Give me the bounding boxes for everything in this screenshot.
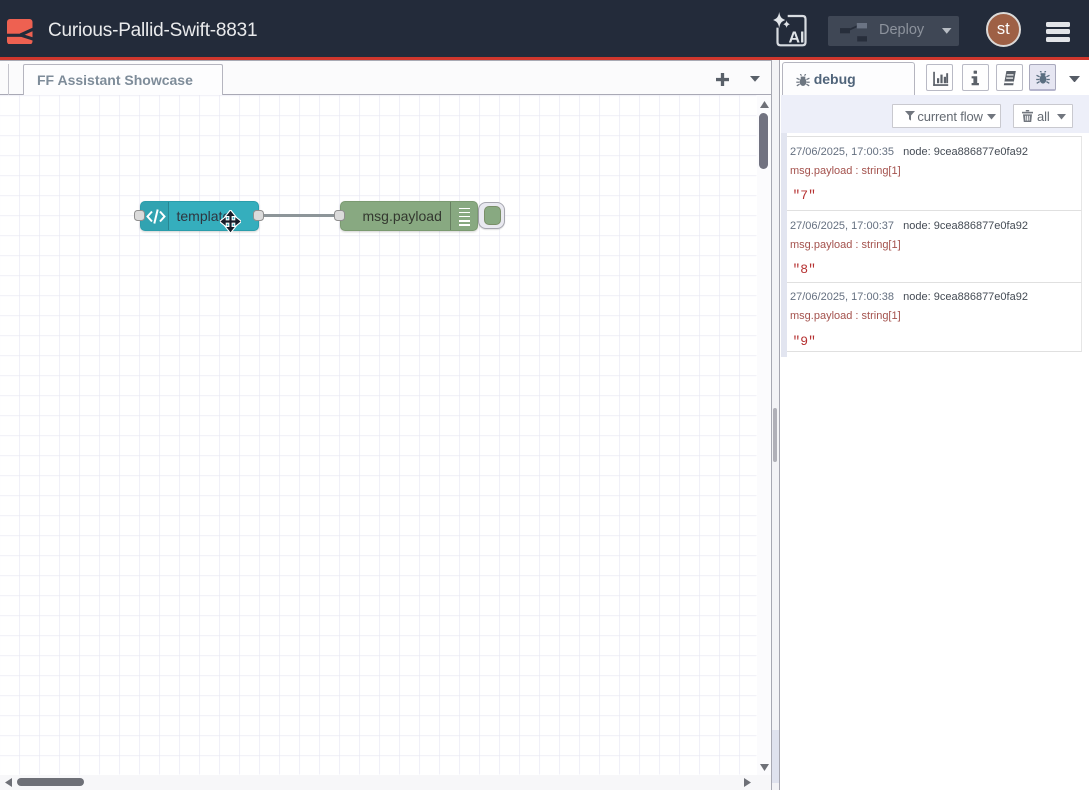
svg-text:AI: AI — [789, 30, 805, 47]
